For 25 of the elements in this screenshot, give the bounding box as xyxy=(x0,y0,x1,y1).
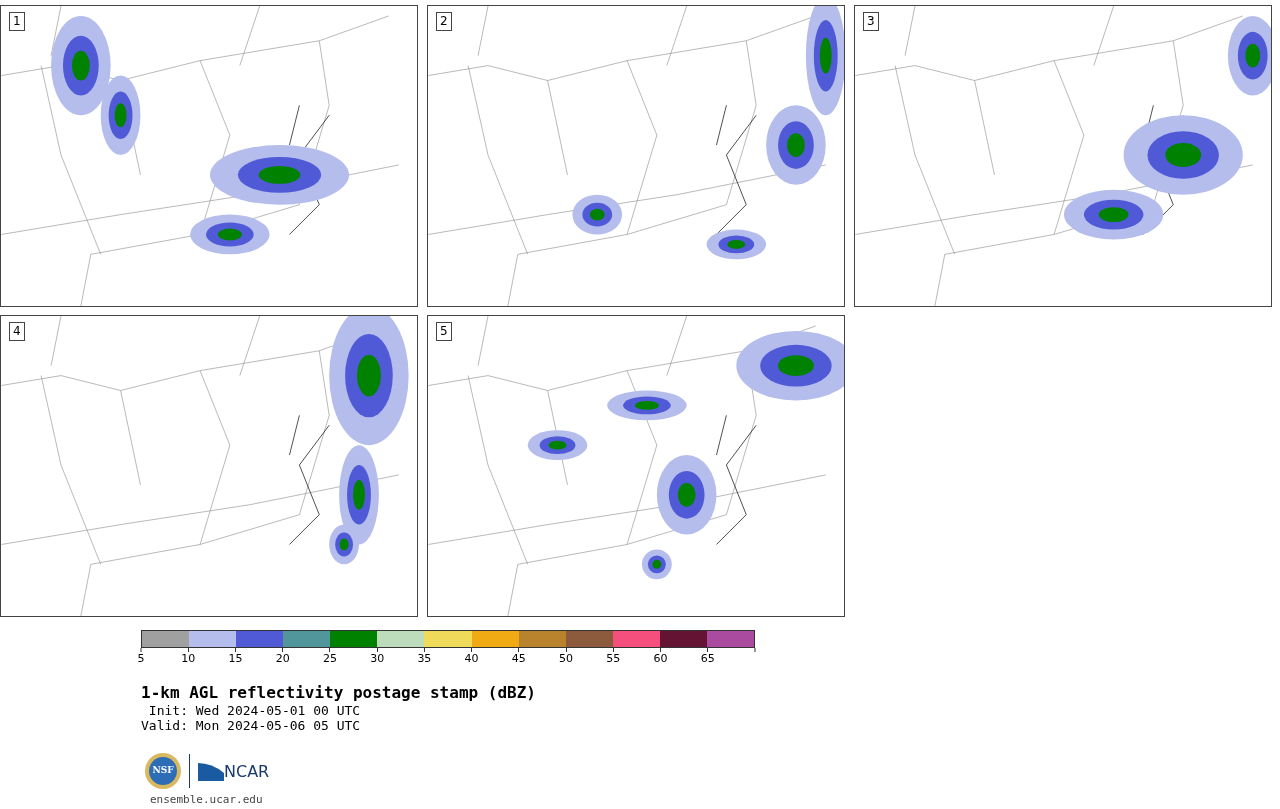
init-time: Init: Wed 2024-05-01 00 UTC xyxy=(147,703,362,718)
panel-number: 2 xyxy=(436,12,452,31)
tick-label: 50 xyxy=(559,652,574,665)
tick-label: 5 xyxy=(137,652,145,665)
tick-label: 15 xyxy=(228,652,243,665)
panel-number: 4 xyxy=(9,322,25,341)
chart-title: 1-km AGL reflectivity postage stamp (dBZ) xyxy=(141,683,537,703)
panel-number: 5 xyxy=(436,322,452,341)
tick-label: 55 xyxy=(606,652,621,665)
ncar-logo-text: NCAR xyxy=(224,763,270,781)
nsf-logo-text: NSF xyxy=(149,757,177,785)
tick-label: 40 xyxy=(464,652,479,665)
tick-label: 45 xyxy=(511,652,526,665)
website-url: ensemble.ucar.edu xyxy=(150,793,264,806)
tick-label: 30 xyxy=(370,652,385,665)
tick-label: 10 xyxy=(181,652,196,665)
tick-label: 60 xyxy=(653,652,668,665)
panel-number: 3 xyxy=(863,12,879,31)
panel-number: 1 xyxy=(9,12,25,31)
swoosh-icon xyxy=(198,761,224,781)
tick-label: 65 xyxy=(700,652,715,665)
tick-label: 25 xyxy=(322,652,337,665)
tick-label: 35 xyxy=(417,652,432,665)
valid-time: Valid: Mon 2024-05-06 05 UTC xyxy=(141,718,362,733)
tick-label: 20 xyxy=(275,652,290,665)
